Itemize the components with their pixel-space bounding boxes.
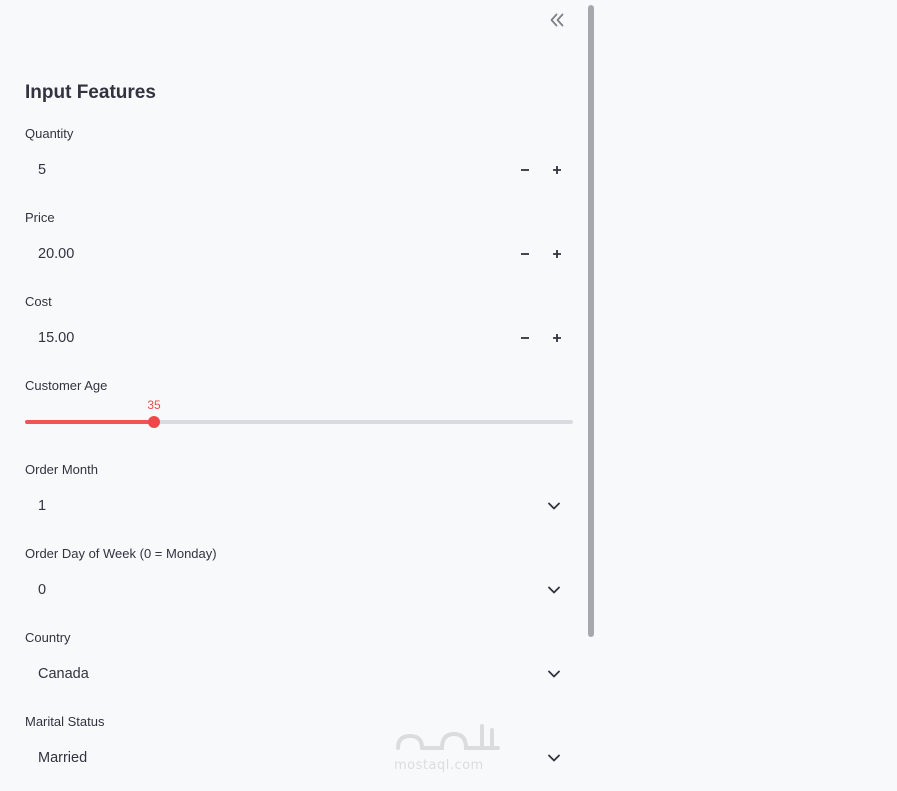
- order-month-select[interactable]: 1: [25, 487, 573, 525]
- price-input[interactable]: 20.00: [25, 235, 573, 273]
- order-month-value: 1: [38, 498, 47, 514]
- slider-thumb[interactable]: [148, 416, 160, 428]
- slider-fill: [25, 420, 154, 424]
- plus-icon: [553, 334, 561, 342]
- minus-icon: [521, 253, 529, 255]
- cost-increment-button[interactable]: [541, 319, 573, 357]
- chevron-down-icon: [548, 670, 560, 678]
- cost-input[interactable]: 15.00: [25, 319, 573, 357]
- quantity-value[interactable]: 5: [25, 162, 509, 178]
- order-day-select[interactable]: 0: [25, 571, 573, 609]
- sidebar-scrollbar[interactable]: [588, 5, 596, 637]
- plus-icon: [553, 250, 561, 258]
- quantity-input[interactable]: 5: [25, 151, 573, 189]
- price-value[interactable]: 20.00: [25, 246, 509, 262]
- sidebar: Input Features Quantity 5 Price 20.00 Co…: [0, 0, 594, 791]
- quantity-decrement-button[interactable]: [509, 151, 541, 189]
- marital-status-select[interactable]: Married: [25, 739, 573, 777]
- price-label: Price: [25, 210, 55, 225]
- quantity-label: Quantity: [25, 126, 74, 141]
- plus-icon: [553, 166, 561, 174]
- order-day-label: Order Day of Week (0 = Monday): [25, 546, 217, 561]
- minus-icon: [521, 337, 529, 339]
- sidebar-title: Input Features: [25, 82, 156, 103]
- marital-status-label: Marital Status: [25, 714, 105, 729]
- country-value: Canada: [38, 666, 89, 682]
- price-increment-button[interactable]: [541, 235, 573, 273]
- country-select[interactable]: Canada: [25, 655, 573, 693]
- price-decrement-button[interactable]: [509, 235, 541, 273]
- slider-value: 35: [147, 398, 161, 412]
- chevron-down-icon: [548, 754, 560, 762]
- order-day-value: 0: [38, 582, 47, 598]
- customer-age-slider[interactable]: 35: [25, 396, 573, 436]
- chevron-down-icon: [548, 586, 560, 594]
- chevron-down-icon: [548, 502, 560, 510]
- marital-status-value: Married: [38, 750, 88, 766]
- cost-decrement-button[interactable]: [509, 319, 541, 357]
- order-month-label: Order Month: [25, 462, 98, 477]
- country-label: Country: [25, 630, 71, 645]
- cost-value[interactable]: 15.00: [25, 330, 509, 346]
- scrollbar-thumb[interactable]: [588, 5, 594, 637]
- collapse-sidebar-button[interactable]: [545, 10, 569, 30]
- minus-icon: [521, 169, 529, 171]
- cost-label: Cost: [25, 294, 52, 309]
- customer-age-label: Customer Age: [25, 378, 108, 393]
- double-chevron-left-icon: [550, 13, 564, 27]
- quantity-increment-button[interactable]: [541, 151, 573, 189]
